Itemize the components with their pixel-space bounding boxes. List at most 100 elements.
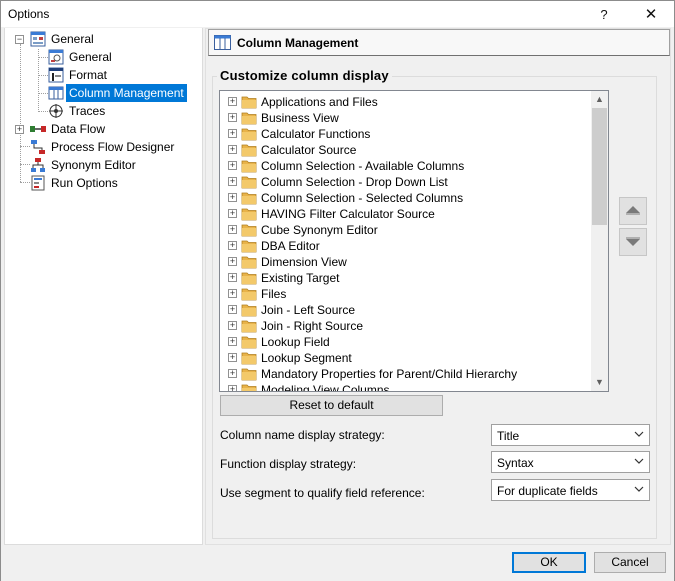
expand-toggle-icon[interactable]: + — [228, 337, 237, 346]
scroll-up-arrow-icon[interactable]: ▲ — [591, 91, 608, 108]
general-settings-icon — [30, 31, 46, 47]
list-item-label: Lookup Field — [261, 335, 330, 349]
list-item[interactable]: + Mandatory Properties for Parent/Child H… — [220, 366, 592, 382]
help-button[interactable]: ? — [584, 1, 624, 28]
list-item[interactable]: + Join - Left Source — [220, 302, 592, 318]
expand-toggle-icon[interactable]: + — [228, 273, 237, 282]
list-item-label: Modeling View Columns — [261, 383, 390, 392]
close-button[interactable]: ✕ — [631, 1, 671, 28]
folder-icon — [241, 272, 257, 285]
list-scrollbar[interactable]: ▲ ▼ — [591, 91, 608, 391]
panel-title: Column Management — [237, 36, 359, 50]
expand-data-flow-toggle[interactable]: + — [15, 125, 24, 134]
list-item[interactable]: + Lookup Field — [220, 334, 592, 350]
column-name-strategy-label: Column name display strategy: — [220, 428, 385, 442]
data-flow-icon — [30, 126, 46, 132]
folder-icon — [241, 256, 257, 269]
expand-toggle-icon[interactable]: + — [228, 289, 237, 298]
general-icon — [48, 49, 64, 65]
cancel-button[interactable]: Cancel — [594, 552, 666, 573]
tree-item-run-options[interactable]: Run Options — [30, 174, 121, 192]
expand-toggle-icon[interactable]: + — [228, 257, 237, 266]
column-name-strategy-select[interactable]: Title — [491, 424, 650, 446]
reset-to-default-button[interactable]: Reset to default — [220, 395, 443, 416]
list-item[interactable]: + Calculator Source — [220, 142, 592, 158]
move-up-button[interactable] — [619, 197, 647, 225]
expand-toggle-icon[interactable]: + — [228, 385, 237, 391]
folder-icon — [241, 112, 257, 125]
column-display-list[interactable]: + Applications and Files + Business View + Ca… — [219, 90, 609, 392]
expand-toggle-icon[interactable]: + — [228, 129, 237, 138]
list-item[interactable]: + DBA Editor — [220, 238, 592, 254]
list-item-label: HAVING Filter Calculator Source — [261, 207, 435, 221]
group-title: Customize column display — [217, 68, 392, 83]
folder-icon — [241, 128, 257, 141]
list-item-label: Existing Target — [261, 271, 340, 285]
list-item[interactable]: + Files — [220, 286, 592, 302]
list-item[interactable]: + Business View — [220, 110, 592, 126]
expand-toggle-icon[interactable]: + — [228, 145, 237, 154]
expand-toggle-icon[interactable]: + — [228, 113, 237, 122]
list-item[interactable]: + Calculator Functions — [220, 126, 592, 142]
list-item-label: Column Selection - Available Columns — [261, 159, 465, 173]
expand-toggle-icon[interactable]: + — [228, 177, 237, 186]
list-item-label: Mandatory Properties for Parent/Child Hi… — [261, 367, 518, 381]
expand-toggle-icon[interactable]: + — [228, 225, 237, 234]
list-item-label: Lookup Segment — [261, 351, 352, 365]
list-item[interactable]: + Dimension View — [220, 254, 592, 270]
tree-item-column-management[interactable]: Column Management — [48, 84, 187, 102]
chevron-down-icon — [634, 431, 644, 437]
list-item[interactable]: + Column Selection - Drop Down List — [220, 174, 592, 190]
list-item[interactable]: + Cube Synonym Editor — [220, 222, 592, 238]
function-strategy-select[interactable]: Syntax — [491, 451, 650, 473]
tree-item-general[interactable]: General — [30, 30, 97, 48]
chevron-down-icon — [634, 486, 644, 492]
list-item[interactable]: + Existing Target — [220, 270, 592, 286]
folder-icon — [241, 192, 257, 205]
tree-item-traces[interactable]: Traces — [48, 102, 108, 120]
segment-qualify-select[interactable]: For duplicate fields — [491, 479, 650, 501]
list-item[interactable]: + Modeling View Columns — [220, 382, 592, 392]
expand-toggle-icon[interactable]: + — [228, 97, 237, 106]
scroll-down-arrow-icon[interactable]: ▼ — [591, 374, 608, 391]
folder-icon — [241, 176, 257, 189]
folder-icon — [241, 368, 257, 381]
tree-item-general-child[interactable]: General — [48, 48, 115, 66]
tree-item-format[interactable]: Format — [48, 66, 110, 84]
list-item[interactable]: + Column Selection - Selected Columns — [220, 190, 592, 206]
list-item-label: Join - Left Source — [261, 303, 356, 317]
list-item[interactable]: + Join - Right Source — [220, 318, 592, 334]
folder-icon — [241, 384, 257, 391]
folder-icon — [241, 352, 257, 365]
list-item[interactable]: + Applications and Files — [220, 94, 592, 110]
expand-toggle-icon[interactable]: + — [228, 161, 237, 170]
list-item-label: Business View — [261, 111, 339, 125]
list-item-label: Calculator Source — [261, 143, 357, 157]
expand-toggle-icon[interactable]: + — [228, 321, 237, 330]
ok-button[interactable]: OK — [512, 552, 586, 573]
list-item-label: Cube Synonym Editor — [261, 223, 378, 237]
scroll-thumb[interactable] — [592, 108, 607, 225]
expand-toggle-icon[interactable]: + — [228, 369, 237, 378]
list-item-label: Join - Right Source — [261, 319, 364, 333]
tree-item-data-flow[interactable]: Data Flow — [30, 120, 108, 138]
expand-toggle-icon[interactable]: + — [228, 209, 237, 218]
list-item[interactable]: + Lookup Segment — [220, 350, 592, 366]
list-item-label: Dimension View — [261, 255, 347, 269]
collapse-general-toggle[interactable]: − — [15, 35, 24, 44]
expand-toggle-icon[interactable]: + — [228, 193, 237, 202]
title-bar: Options ? ✕ — [1, 1, 674, 28]
folder-icon — [241, 320, 257, 333]
expand-toggle-icon[interactable]: + — [228, 305, 237, 314]
list-item[interactable]: + HAVING Filter Calculator Source — [220, 206, 592, 222]
folder-icon — [241, 288, 257, 301]
move-down-button[interactable] — [619, 228, 647, 256]
tree-item-synonym-editor[interactable]: Synonym Editor — [30, 156, 139, 174]
list-item-label: DBA Editor — [261, 239, 320, 253]
expand-toggle-icon[interactable]: + — [228, 241, 237, 250]
list-item-label: Column Selection - Selected Columns — [261, 191, 464, 205]
tree-item-process-flow-designer[interactable]: Process Flow Designer — [30, 138, 177, 156]
list-item[interactable]: + Column Selection - Available Columns — [220, 158, 592, 174]
column-management-icon — [48, 86, 64, 100]
expand-toggle-icon[interactable]: + — [228, 353, 237, 362]
